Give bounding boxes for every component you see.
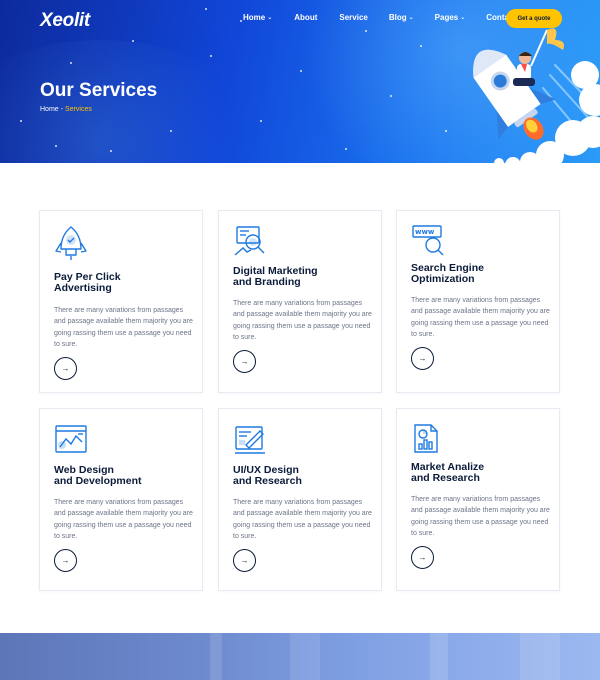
service-title: Search Engine Optimization — [411, 262, 484, 285]
uiux-design-icon — [235, 426, 265, 454]
star — [260, 120, 262, 122]
star — [240, 20, 242, 22]
background-stripe — [520, 633, 560, 680]
arrow-right-icon: → — [61, 364, 70, 373]
star — [210, 55, 212, 57]
service-card-market-analysis[interactable]: Market Analize and Research There are ma… — [396, 408, 560, 591]
rocket-illustration — [473, 28, 600, 163]
star — [205, 8, 207, 10]
next-section-background — [0, 633, 600, 680]
nav-item-home[interactable]: Home ⌄ — [243, 13, 272, 22]
service-description: There are many variations from passages … — [411, 297, 550, 338]
arrow-right-icon: → — [418, 354, 427, 363]
service-card-digital-marketing[interactable]: Digital Marketing and Branding There are… — [218, 210, 382, 393]
market-analysis-icon — [414, 424, 438, 453]
read-more-arrow-button[interactable]: → — [54, 357, 77, 380]
star — [420, 45, 422, 47]
service-title: Market Analize and Research — [411, 461, 485, 484]
star — [365, 30, 367, 32]
star — [55, 145, 57, 147]
star — [70, 62, 72, 64]
service-title: UI/UX Design and Research — [233, 464, 302, 487]
star — [110, 150, 112, 152]
star — [132, 40, 134, 42]
service-title: Pay Per Click Advertising — [54, 271, 121, 294]
service-description: There are many variations from passages … — [233, 300, 372, 341]
star — [390, 95, 392, 97]
breadcrumb-current: Services — [65, 106, 92, 113]
background-stripe — [430, 633, 448, 680]
service-description: There are many variations from passages … — [54, 499, 193, 540]
breadcrumb-separator: - — [60, 106, 64, 113]
rocket-icon — [55, 226, 87, 260]
background-stripe — [290, 633, 320, 680]
star — [20, 120, 22, 122]
nav-item-service[interactable]: Service — [339, 13, 367, 22]
service-card-ppc[interactable]: Pay Per Click Advertising There are many… — [39, 210, 203, 393]
brand-logo[interactable]: Xeolit — [40, 10, 90, 32]
read-more-arrow-button[interactable]: → — [411, 546, 434, 569]
chevron-down-icon: ⌄ — [267, 15, 273, 21]
arrow-right-icon: → — [61, 556, 70, 565]
marketing-search-icon — [234, 226, 265, 256]
background-stripe — [210, 633, 222, 680]
service-description: There are many variations from passages … — [411, 496, 550, 537]
service-card-web-design[interactable]: Web Design and Development There are man… — [39, 408, 203, 591]
service-title: Web Design and Development — [54, 464, 142, 487]
read-more-arrow-button[interactable]: → — [233, 549, 256, 572]
chevron-down-icon: ⌄ — [408, 15, 414, 21]
nav-item-blog[interactable]: Blog ⌄ — [389, 13, 414, 22]
star — [445, 130, 447, 132]
read-more-arrow-button[interactable]: → — [411, 347, 434, 370]
star — [345, 148, 347, 150]
www-search-icon: www — [412, 225, 444, 256]
breadcrumb-home[interactable]: Home — [40, 106, 59, 113]
svg-text:www: www — [415, 228, 435, 236]
breadcrumb: Home - Services — [40, 106, 92, 113]
star — [170, 130, 172, 132]
star — [300, 70, 302, 72]
arrow-right-icon: → — [240, 556, 249, 565]
read-more-arrow-button[interactable]: → — [54, 549, 77, 572]
service-description: There are many variations from passages … — [54, 307, 193, 348]
nav-item-about[interactable]: About — [294, 13, 317, 22]
arrow-right-icon: → — [418, 553, 427, 562]
read-more-arrow-button[interactable]: → — [233, 350, 256, 373]
service-description: There are many variations from passages … — [233, 499, 372, 540]
arrow-right-icon: → — [240, 357, 249, 366]
service-card-uiux[interactable]: UI/UX Design and Research There are many… — [218, 408, 382, 591]
service-title: Digital Marketing and Branding — [233, 265, 318, 288]
hero-banner: Xeolit Home ⌄ About Service Blog ⌄ Pages ⌄ … — [0, 0, 600, 163]
service-card-seo[interactable]: www Search Engine Optimization There are… — [396, 210, 560, 393]
web-design-icon — [55, 425, 87, 453]
page-title: Our Services — [40, 80, 158, 101]
